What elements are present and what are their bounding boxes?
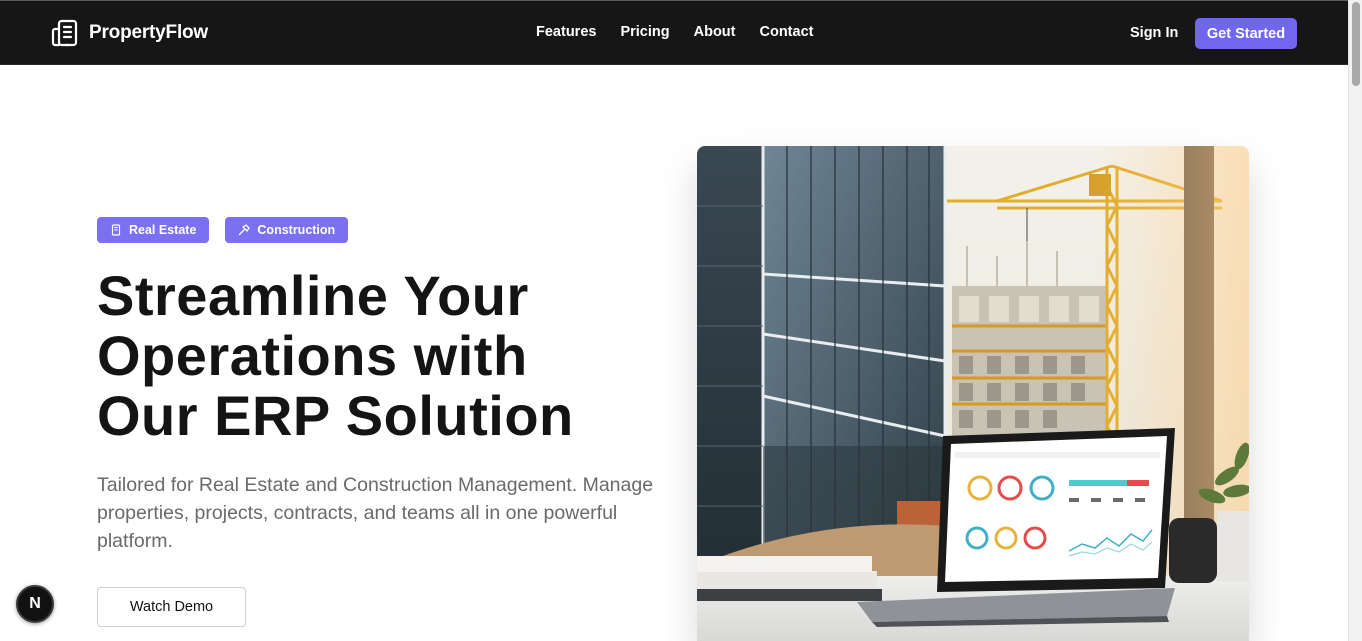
building-icon xyxy=(51,19,78,47)
headline-line: Operations with xyxy=(97,324,528,387)
scrollbar-thumb[interactable] xyxy=(1352,2,1360,86)
building-icon xyxy=(111,224,121,236)
watch-demo-button[interactable]: Watch Demo xyxy=(97,587,246,627)
hero-subtext: Tailored for Real Estate and Constructio… xyxy=(97,474,654,552)
headline-line: Streamline Your xyxy=(97,264,529,327)
brand-logo[interactable]: PropertyFlow xyxy=(50,17,208,49)
dev-tools-button[interactable]: N xyxy=(16,585,54,623)
hero-badges: Real Estate Construction xyxy=(97,217,349,243)
nav-link-features[interactable]: Features xyxy=(536,24,596,40)
brand-name: PropertyFlow xyxy=(89,22,209,43)
badge-construction: Construction xyxy=(225,217,349,243)
sign-in-link[interactable]: Sign In xyxy=(1130,25,1178,41)
headline-line: Our ERP Solution xyxy=(97,384,574,447)
get-started-button[interactable]: Get Started xyxy=(1195,18,1297,49)
badge-real-estate: Real Estate xyxy=(97,217,210,243)
badge-label: Construction xyxy=(257,223,336,237)
top-navbar: PropertyFlow Features Pricing About Cont… xyxy=(0,0,1348,65)
nav-link-about[interactable]: About xyxy=(694,24,736,40)
page: PropertyFlow Features Pricing About Cont… xyxy=(0,0,1362,641)
nav-link-pricing[interactable]: Pricing xyxy=(620,24,669,40)
hero-image xyxy=(697,146,1249,641)
page-scrollbar[interactable] xyxy=(1348,0,1362,641)
badge-label: Real Estate xyxy=(129,223,197,237)
nav-link-contact[interactable]: Contact xyxy=(759,24,813,40)
main-nav: Features Pricing About Contact xyxy=(536,24,813,40)
hero-headline: Streamline Your Operations with Our ERP … xyxy=(97,266,657,446)
hammer-icon xyxy=(239,224,251,236)
